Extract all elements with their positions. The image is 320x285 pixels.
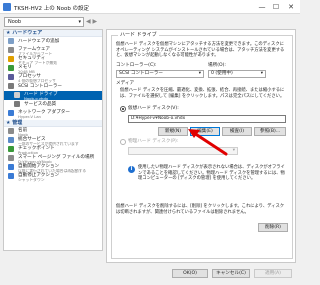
forward-arrow-icon[interactable]: ▶ — [93, 18, 98, 25]
ok-button[interactable]: OK(O) — [172, 269, 208, 278]
back-arrow-icon[interactable]: ◀ — [86, 18, 91, 25]
location-select[interactable]: 0 (使用中) ▾ — [208, 70, 266, 78]
browse-button[interactable]: 参照(B)... — [254, 127, 286, 136]
qos-icon — [14, 101, 20, 107]
info-text: 使用したい物理ハード ディスクが表示されない場合は、ディスクがオフラインであるこ… — [138, 165, 285, 181]
edit-button[interactable]: 編集(E) — [190, 127, 220, 136]
tree-item-scsi-controller[interactable]: SCSI コントローラー — [4, 82, 102, 91]
tree-item-hard-drive[interactable]: ハード ドライブ Noob-o.vhdx — [4, 91, 102, 101]
vhd-radio-label: 仮想ハード ディスク(V): — [128, 106, 179, 111]
memory-icon — [8, 65, 14, 71]
tree-item-checkpoints[interactable]: チェックポイント Production — [4, 145, 102, 155]
chevron-down-icon: ▾ — [232, 148, 235, 153]
physical-disk-radio-label: 物理ハード ディスク(P): — [128, 139, 179, 144]
checkpoint-icon — [8, 146, 14, 152]
settings-tree: ★ ハードウェア ハードウェアの追加 ファームウェア ファイルからブート セキュ… — [3, 29, 103, 251]
network-adapter-icon — [8, 110, 14, 116]
shield-icon — [8, 56, 14, 62]
add-hardware-icon — [8, 38, 14, 44]
nav-arrows: ◀ ▶ — [86, 17, 102, 27]
controller-select[interactable]: SCSI コントローラー ▾ — [116, 70, 204, 78]
firmware-icon — [8, 47, 14, 53]
vm-selector-dropdown[interactable]: Noob ▾ — [4, 17, 84, 27]
integration-icon — [8, 137, 14, 143]
tree-item-add-hardware[interactable]: ハードウェアの追加 — [4, 37, 102, 46]
cancel-button[interactable]: キャンセル(C) — [212, 269, 250, 278]
chevron-down-icon: ▾ — [78, 19, 81, 25]
chevron-down-icon: ▾ — [198, 71, 201, 76]
physical-disk-radio[interactable] — [120, 139, 126, 145]
processor-icon — [8, 74, 14, 80]
close-button[interactable]: ✕ — [285, 2, 297, 12]
vm-selector-value: Noob — [8, 19, 22, 25]
controller-label: コントローラー(C): — [116, 63, 157, 68]
tree-item-name[interactable]: 名前 Noob — [4, 127, 102, 137]
tree-item-security[interactable]: セキュリティ セキュア ブートが無効 — [4, 55, 102, 65]
tree-item-quality-of-service[interactable]: サービスの品質 — [4, 100, 102, 109]
remove-button[interactable]: 削除(R) — [258, 223, 288, 232]
settings-app-icon — [3, 3, 11, 11]
hard-drive-icon — [14, 92, 20, 98]
hard-drive-group: ハード ドライブ 仮想ハード ディスクを仮想マシンにアタッチする方法を変更できま… — [111, 32, 293, 259]
tree-item-auto-start[interactable]: 自動開始アクション 以前に実行されていた場合は再起動する — [4, 163, 102, 173]
chevron-down-icon: ▾ — [260, 71, 263, 76]
hard-drive-panel: ハード ドライブ 仮想ハード ディスクを仮想マシンにアタッチする方法を変更できま… — [106, 29, 296, 263]
controller-icon — [8, 83, 14, 89]
minimize-button[interactable]: — — [256, 2, 268, 12]
auto-start-icon — [8, 164, 14, 170]
tree-item-memory[interactable]: メモリ 2048 MB — [4, 64, 102, 74]
tree-item-integration-services[interactable]: 統合サービス 一部のサービスが提供されています — [4, 136, 102, 146]
physical-disk-select[interactable]: ▾ — [128, 147, 238, 155]
auto-stop-icon — [8, 173, 14, 179]
section-management[interactable]: ★ 管理 — [4, 120, 102, 127]
inspect-button[interactable]: 検査(I) — [222, 127, 252, 136]
group-title: ハード ドライブ — [118, 32, 159, 39]
tree-item-network-adapter[interactable]: ネットワーク アダプター Hyper-V Lan — [4, 109, 102, 119]
new-button[interactable]: 新規(N) — [158, 127, 188, 136]
remove-description: 仮想ハード ディスクを削除するには、[削除] をクリックします。これにより、ディ… — [116, 204, 285, 215]
folder-icon — [8, 155, 14, 161]
tree-item-auto-stop[interactable]: 自動停止アクション シャットダウン — [4, 172, 102, 182]
intro-text: 仮想ハード ディスクを仮想マシンにアタッチする方法を変更できます。このディスクに… — [116, 42, 285, 58]
info-icon: i — [128, 166, 135, 173]
tree-item-firmware[interactable]: ファームウェア ファイルからブート — [4, 46, 102, 56]
apply-button[interactable]: 適用(A) — [254, 269, 292, 278]
media-description: 仮想ハード ディスクを圧縮、最適化、変換、拡張、結合、再接続、または縮小するには… — [120, 88, 285, 99]
title-bar: TKSH-HV2 上の Noob の設定 — ☐ ✕ — [0, 0, 300, 14]
tree-item-processor[interactable]: プロセッサ 4 個の仮想プロセッサ — [4, 73, 102, 83]
vhd-radio[interactable] — [120, 106, 126, 112]
location-label: 場所(O): — [208, 63, 226, 68]
window-title: TKSH-HV2 上の Noob の設定 — [14, 6, 90, 12]
maximize-button[interactable]: ☐ — [270, 2, 282, 12]
media-label: メディア — [116, 81, 135, 86]
name-icon — [8, 128, 14, 134]
section-hardware[interactable]: ★ ハードウェア — [4, 30, 102, 37]
tree-item-smart-paging[interactable]: スマート ページング ファイルの場所 D:¥Hyper-v¥Noob — [4, 154, 102, 164]
vhd-path-input[interactable]: D:¥Hyper-v¥Noob-o.vhdx — [128, 115, 286, 123]
